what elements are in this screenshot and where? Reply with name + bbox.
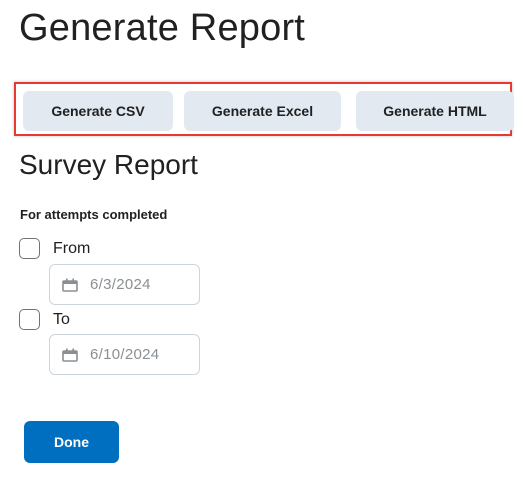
calendar-icon [62,348,78,362]
from-date-value: 6/3/2024 [90,276,151,293]
calendar-icon [62,278,78,292]
generate-button-group: Generate CSV Generate Excel Generate HTM… [14,82,514,136]
to-checkbox[interactable] [19,309,40,330]
to-date-value: 6/10/2024 [90,346,160,363]
from-date-input[interactable]: 6/3/2024 [49,264,200,305]
to-checkbox-label: To [53,310,70,328]
from-checkbox[interactable] [19,238,40,259]
to-date-input[interactable]: 6/10/2024 [49,334,200,375]
to-checkbox-row: To [19,309,70,330]
section-title: Survey Report [19,149,198,180]
attempts-completed-label: For attempts completed [20,207,168,222]
generate-html-button[interactable]: Generate HTML [356,91,514,131]
done-button[interactable]: Done [24,421,119,463]
page-title: Generate Report [19,7,306,49]
generate-csv-button[interactable]: Generate CSV [23,91,173,131]
generate-excel-button[interactable]: Generate Excel [184,91,341,131]
from-checkbox-label: From [53,239,91,257]
from-checkbox-row: From [19,238,90,259]
generate-report-page: Generate Report Generate CSV Generate Ex… [0,0,530,480]
